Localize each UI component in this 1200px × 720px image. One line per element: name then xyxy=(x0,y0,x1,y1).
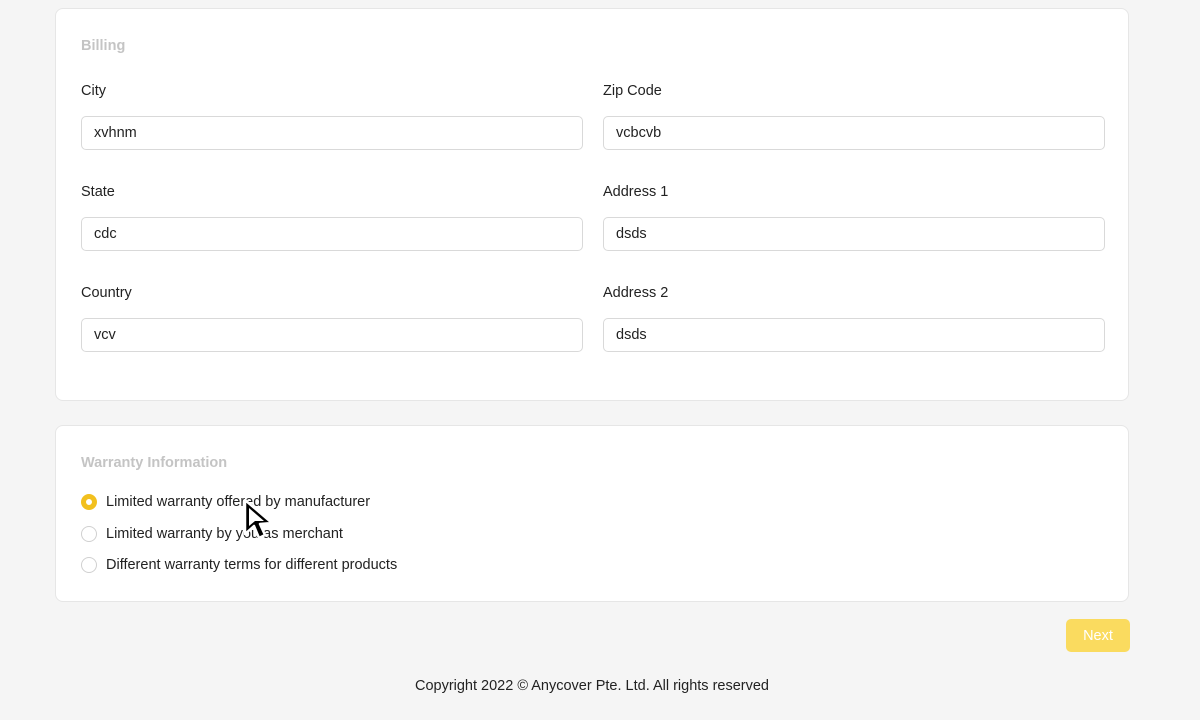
warranty-option-different-terms[interactable]: Different warranty terms for different p… xyxy=(81,555,397,575)
city-field: City xyxy=(81,82,583,150)
zip-code-input[interactable] xyxy=(603,116,1105,150)
city-input[interactable] xyxy=(81,116,583,150)
state-input[interactable] xyxy=(81,217,583,251)
address-1-field: Address 1 xyxy=(603,183,1105,251)
billing-card: Billing City Zip Code State Address 1 Co… xyxy=(55,8,1129,401)
radio-button[interactable] xyxy=(81,525,97,542)
zip-code-field: Zip Code xyxy=(603,82,1105,150)
warranty-section-title: Warranty Information xyxy=(81,455,228,471)
country-input[interactable] xyxy=(81,318,583,352)
next-button[interactable]: Next xyxy=(1066,619,1130,652)
address-2-label: Address 2 xyxy=(603,285,669,301)
warranty-option-label: Limited warranty offered by manufacturer xyxy=(106,494,371,510)
address-1-label: Address 1 xyxy=(603,184,669,200)
state-field: State xyxy=(81,183,583,251)
warranty-card: Warranty Information Limited warranty of… xyxy=(55,425,1129,602)
warranty-option-manufacturer[interactable]: Limited warranty offered by manufacturer xyxy=(81,492,397,512)
country-field: Country xyxy=(81,284,583,352)
warranty-radio-group: Limited warranty offered by manufacturer… xyxy=(81,492,397,587)
footer-copyright: Copyright 2022 © Anycover Pte. Ltd. All … xyxy=(414,678,770,694)
address-2-field: Address 2 xyxy=(603,284,1105,352)
country-label: Country xyxy=(81,285,132,301)
address-1-input[interactable] xyxy=(603,217,1105,251)
address-2-input[interactable] xyxy=(603,318,1105,352)
zip-code-label: Zip Code xyxy=(603,83,662,99)
warranty-option-label: Different warranty terms for different p… xyxy=(106,557,398,573)
billing-section-title: Billing xyxy=(81,38,126,54)
radio-button[interactable] xyxy=(81,557,97,573)
radio-button[interactable] xyxy=(81,494,97,510)
page: Billing City Zip Code State Address 1 Co… xyxy=(0,0,1200,720)
city-label: City xyxy=(81,83,106,99)
warranty-option-merchant[interactable]: Limited warranty by you as merchant xyxy=(81,524,397,544)
state-label: State xyxy=(81,184,115,200)
warranty-option-label: Limited warranty by you as merchant xyxy=(106,525,343,542)
